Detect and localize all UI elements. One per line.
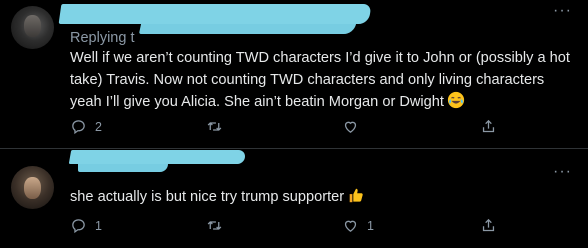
redaction-mark	[58, 4, 372, 24]
avatar[interactable]	[11, 6, 54, 49]
tweet-text: she actually is but nice try trump suppo…	[70, 186, 570, 208]
share-icon	[482, 119, 495, 133]
share-icon	[482, 218, 495, 232]
more-icon[interactable]: ···	[553, 164, 572, 180]
tweet-actions: 2	[70, 118, 530, 140]
replying-to-label: Replying t	[70, 30, 135, 46]
reply-button[interactable]: 2	[70, 118, 102, 135]
retweet-icon	[207, 221, 222, 230]
retweet-icon	[207, 122, 222, 131]
tweet-text-content: she actually is but nice try trump suppo…	[70, 189, 345, 205]
more-icon[interactable]: ···	[553, 3, 572, 19]
retweet-button[interactable]	[206, 118, 231, 135]
share-button[interactable]	[480, 118, 497, 135]
redaction-mark	[138, 24, 357, 34]
avatar[interactable]	[11, 166, 54, 209]
reply-count: 1	[95, 218, 102, 233]
reply-count: 2	[95, 119, 102, 134]
reply-icon	[72, 120, 85, 135]
tweet-text-content: Well if we aren’t counting TWD character…	[70, 50, 570, 110]
retweet-button[interactable]	[206, 217, 231, 234]
tweet-text: Well if we aren’t counting TWD character…	[70, 47, 570, 113]
reply-button[interactable]: 1	[70, 217, 102, 234]
divider	[0, 148, 588, 149]
tweet-1[interactable]: ··· Replying t Well if we aren’t countin…	[0, 0, 588, 148]
like-icon	[344, 121, 357, 133]
like-button[interactable]	[342, 118, 367, 135]
like-icon	[344, 220, 357, 232]
thumbs-up-emoji	[349, 188, 363, 203]
redaction-mark	[68, 150, 247, 164]
tweet-actions: 1 1	[70, 217, 530, 239]
like-button[interactable]: 1	[342, 217, 374, 234]
laughing-crying-emoji	[447, 91, 465, 109]
reply-icon	[72, 219, 85, 234]
like-count: 1	[367, 218, 374, 233]
share-button[interactable]	[480, 217, 497, 234]
redaction-mark	[78, 164, 168, 172]
